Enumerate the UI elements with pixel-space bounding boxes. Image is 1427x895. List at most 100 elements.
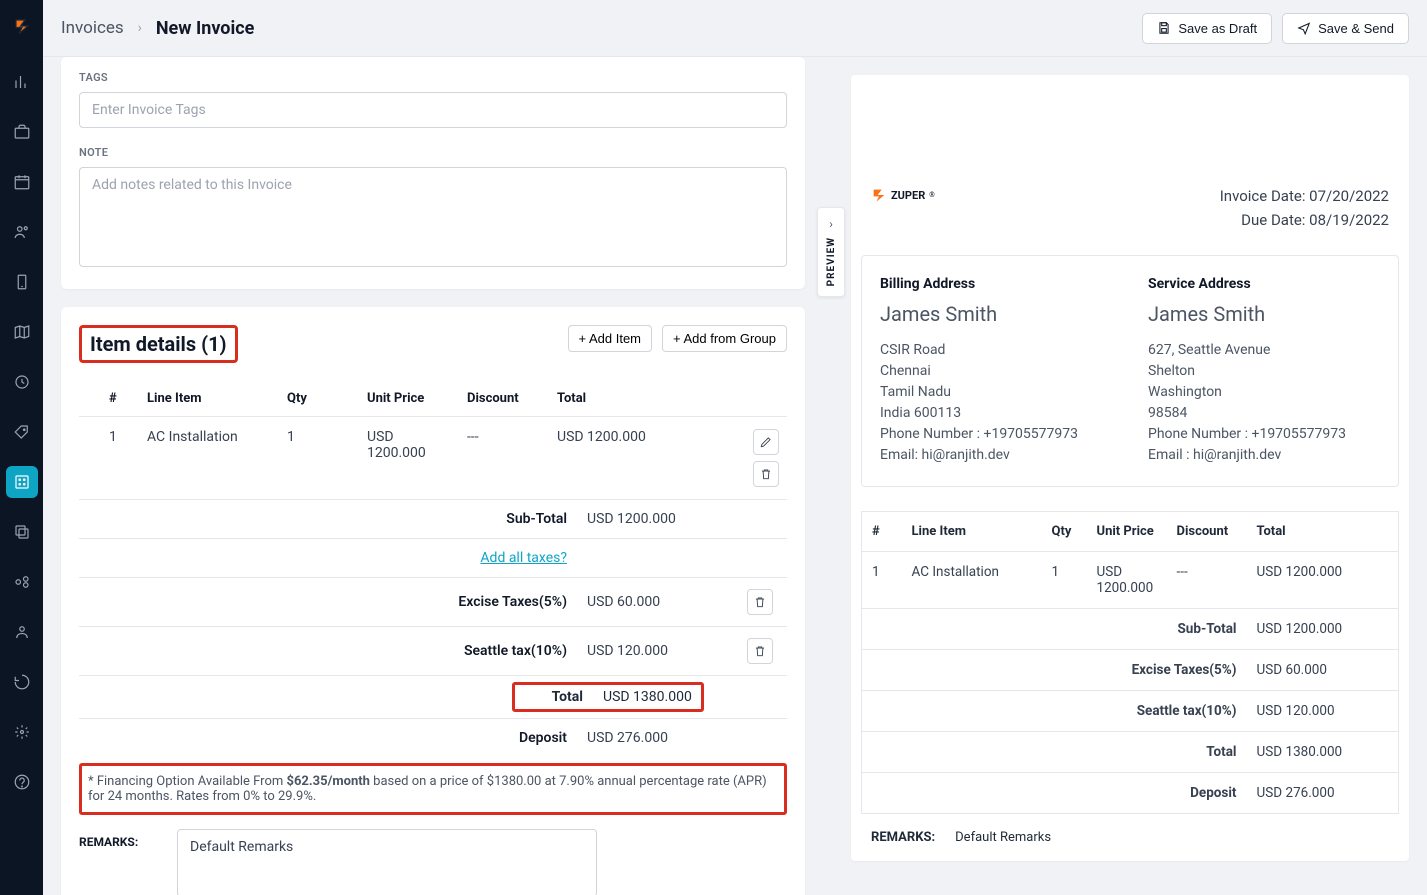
save-as-draft-button[interactable]: Save as Draft	[1142, 13, 1272, 44]
add-item-button[interactable]: + Add Item	[568, 325, 653, 352]
due-date-value: 08/19/2022	[1309, 211, 1389, 229]
billing-line: Phone Number : +19705577973	[880, 424, 1112, 445]
billing-title: Billing Address	[880, 276, 1112, 292]
pv-cell-total: USD 1200.000	[1247, 552, 1399, 609]
col-hash: #	[79, 381, 139, 417]
pv-subtotal-value: USD 1200.000	[1247, 609, 1399, 650]
pv-tax2-label: Seattle tax(10%)	[862, 691, 1247, 732]
sidebar	[0, 0, 43, 895]
nav-mobile[interactable]	[6, 266, 38, 298]
add-from-group-button[interactable]: + Add from Group	[662, 325, 787, 352]
cell-qty: 1	[279, 417, 359, 500]
nav-help[interactable]	[6, 766, 38, 798]
service-line: Phone Number : +19705577973	[1148, 424, 1380, 445]
remarks-textarea[interactable]	[177, 829, 597, 895]
preview-tab-label: PREVIEW	[826, 237, 837, 286]
nav-customers[interactable]	[6, 216, 38, 248]
tags-input[interactable]	[79, 92, 787, 128]
nav-dashboard[interactable]	[6, 66, 38, 98]
nav-time[interactable]	[6, 366, 38, 398]
invoice-date-label: Invoice Date:	[1220, 187, 1309, 205]
due-date-label: Due Date:	[1241, 211, 1309, 229]
deposit-value: USD 276.000	[587, 730, 707, 746]
nav-invoices[interactable]	[6, 466, 38, 498]
tax-row: Seattle tax(10%) USD 120.000	[79, 627, 787, 676]
financing-note-highlight: * Financing Option Available From $62.35…	[79, 763, 787, 815]
tags-label: TAGS	[79, 71, 787, 84]
add-taxes-row: Add all taxes?	[79, 539, 787, 578]
deposit-label: Deposit	[87, 730, 587, 746]
pv-col-discount: Discount	[1167, 512, 1247, 552]
remove-tax-button[interactable]	[747, 638, 773, 664]
pv-remarks-row: REMARKS: Default Remarks	[851, 814, 1409, 861]
nav-calendar[interactable]	[6, 166, 38, 198]
nav-map[interactable]	[6, 316, 38, 348]
top-actions: Save as Draft Save & Send	[1142, 13, 1409, 44]
pv-col-qty: Qty	[1042, 512, 1087, 552]
pv-deposit-label: Deposit	[862, 773, 1247, 814]
nav-history[interactable]	[6, 666, 38, 698]
pv-col-unit-price: Unit Price	[1087, 512, 1167, 552]
total-value: USD 1380.000	[583, 689, 693, 705]
billing-line: Chennai	[880, 361, 1112, 382]
subtotal-value: USD 1200.000	[587, 511, 707, 527]
deposit-row: Deposit USD 276.000	[79, 719, 787, 757]
note-textarea[interactable]	[79, 167, 787, 267]
company-logo: ZUPER®	[871, 187, 935, 203]
breadcrumb-parent[interactable]: Invoices	[61, 18, 124, 38]
nav-briefcase[interactable]	[6, 116, 38, 148]
pv-cell-unit-price: USD 1200.000	[1087, 552, 1167, 609]
nav-settings[interactable]	[6, 716, 38, 748]
save-icon	[1157, 21, 1171, 35]
form-pane: TAGS NOTE Item details (1) + Add Item + …	[43, 57, 823, 895]
invoice-date-value: 07/20/2022	[1309, 187, 1389, 205]
pv-remarks-label: REMARKS:	[871, 830, 935, 845]
delete-item-button[interactable]	[753, 461, 779, 487]
billing-name: James Smith	[880, 302, 1112, 326]
pv-tax2-value: USD 120.000	[1247, 691, 1399, 732]
total-label: Total	[523, 689, 583, 705]
pv-tax1-value: USD 60.000	[1247, 650, 1399, 691]
add-all-taxes-link[interactable]: Add all taxes?	[480, 550, 567, 566]
cell-total: USD 1200.000	[549, 417, 745, 500]
financing-rate: $62.35/month	[287, 774, 370, 789]
pv-subtotal-label: Sub-Total	[862, 609, 1247, 650]
pv-cell-discount: ---	[1167, 552, 1247, 609]
items-table: # Line Item Qty Unit Price Discount Tota…	[79, 381, 787, 500]
preview-handle-column: › PREVIEW	[823, 57, 845, 895]
pv-total-value: USD 1380.000	[1247, 732, 1399, 773]
edit-item-button[interactable]	[753, 429, 779, 455]
preview-toggle[interactable]: › PREVIEW	[817, 207, 845, 297]
service-line: 627, Seattle Avenue	[1148, 340, 1380, 361]
company-name: ZUPER	[891, 189, 925, 202]
financing-prefix: * Financing Option Available From	[88, 774, 287, 789]
item-row: 1 AC Installation 1 USD 1200.000 --- USD…	[79, 417, 787, 500]
service-line: Email : hi@ranjith.dev	[1148, 445, 1380, 466]
item-details-highlight: Item details (1)	[79, 325, 238, 363]
col-unit-price: Unit Price	[359, 381, 459, 417]
nav-user[interactable]	[6, 616, 38, 648]
tax1-label: Excise Taxes(5%)	[87, 594, 587, 610]
total-row: Total USD 1380.000	[79, 676, 787, 719]
preview-items-table: # Line Item Qty Unit Price Discount Tota…	[861, 511, 1399, 814]
cell-unit-price: USD 1200.000	[359, 417, 459, 500]
subtotal-label: Sub-Total	[87, 511, 587, 527]
pv-tax1-label: Excise Taxes(5%)	[862, 650, 1247, 691]
pv-col-num: #	[862, 512, 902, 552]
col-total: Total	[549, 381, 745, 417]
pv-total-label: Total	[862, 732, 1247, 773]
nav-integrations[interactable]	[6, 566, 38, 598]
pv-col-total: Total	[1247, 512, 1399, 552]
save-and-send-button[interactable]: Save & Send	[1282, 13, 1409, 44]
cell-line-item: AC Installation	[139, 417, 279, 500]
col-line-item: Line Item	[139, 381, 279, 417]
service-line: 98584	[1148, 403, 1380, 424]
remove-tax-button[interactable]	[747, 589, 773, 615]
nav-copy[interactable]	[6, 516, 38, 548]
service-title: Service Address	[1148, 276, 1380, 292]
nav-tags[interactable]	[6, 416, 38, 448]
cell-num: 1	[79, 417, 139, 500]
pv-col-line-item: Line Item	[902, 512, 1042, 552]
breadcrumb-current: New Invoice	[156, 18, 254, 39]
item-details-title: Item details (1)	[90, 332, 227, 356]
